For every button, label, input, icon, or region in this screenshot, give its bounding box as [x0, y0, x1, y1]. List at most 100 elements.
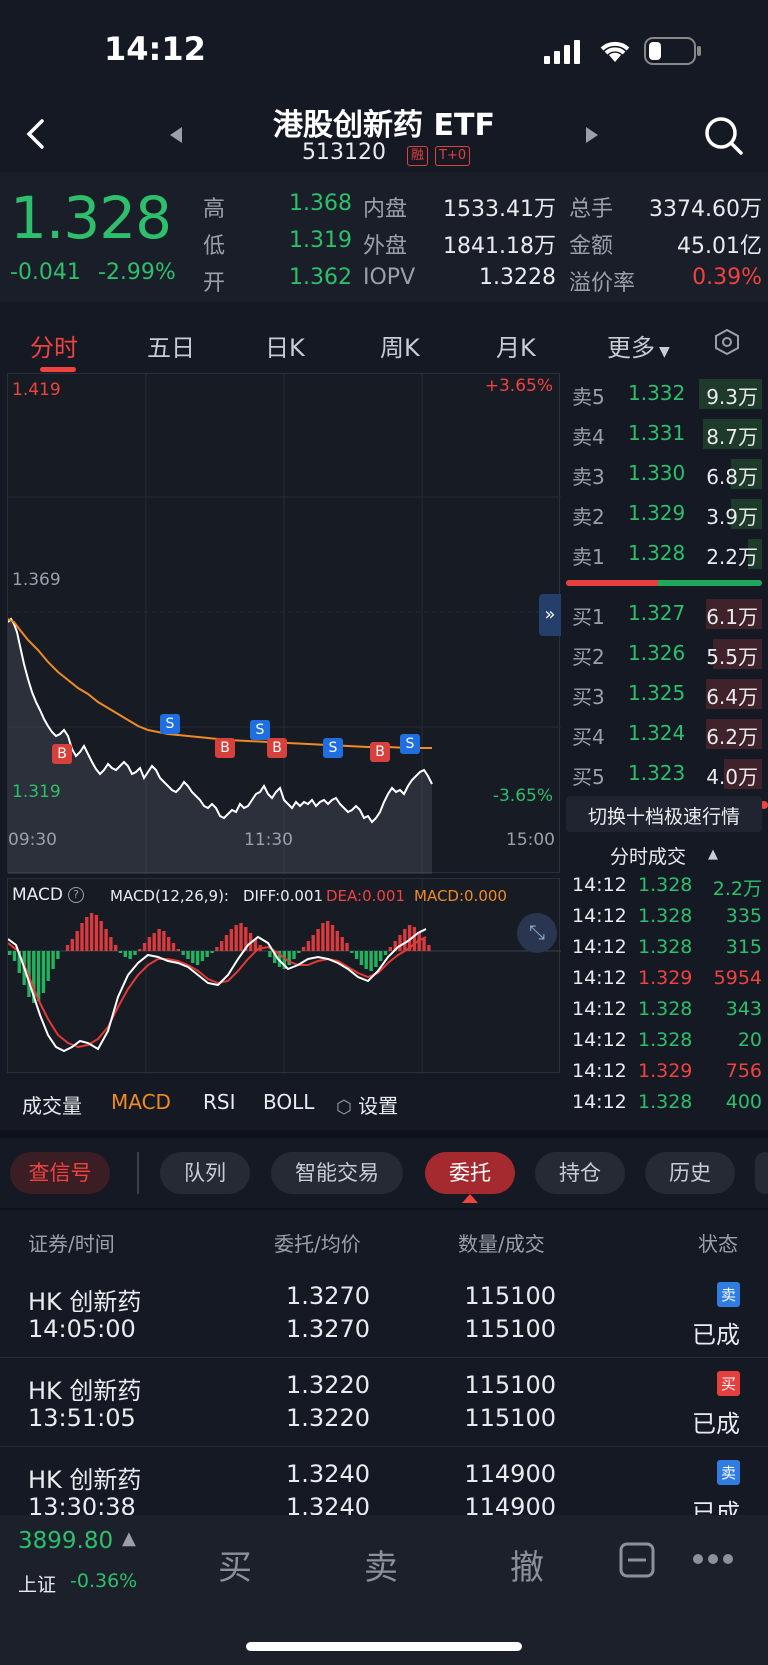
bid-level-row[interactable]: 买4 1.324 6.2万	[566, 716, 762, 752]
inner-label: 内盘	[363, 197, 408, 222]
ask-level-row[interactable]: 卖5 1.332 9.3万	[566, 376, 762, 412]
sell-signal-marker[interactable]: S	[400, 734, 420, 754]
bid-level-row[interactable]: 买1 1.327 6.1万	[566, 596, 762, 632]
tab-queue[interactable]: 队列	[160, 1152, 250, 1194]
macd-bar	[94, 915, 99, 951]
tab-monthly-k[interactable]: 月K	[496, 328, 536, 363]
macd-bar	[12, 951, 17, 961]
next-stock-icon[interactable]	[584, 126, 600, 144]
order-time: 13:51:05	[28, 1404, 136, 1432]
macd-bar	[229, 929, 233, 951]
intraday-chart[interactable]: B S B S B S B S 1.419 +3.65% 1.369 1.319…	[7, 373, 561, 874]
trade-price: 1.328	[638, 1091, 693, 1113]
order-row[interactable]: HK 创新药 14:05:00 1.3270 1.3270 115100 115100 卖已…	[0, 1270, 768, 1358]
tab-daily-k[interactable]: 日K	[265, 328, 305, 363]
sell-button[interactable]: 卖	[364, 1540, 398, 1589]
tab-five-day[interactable]: 五日	[147, 328, 195, 363]
indicator-boll[interactable]: BOLL	[263, 1090, 314, 1114]
trade-row: 14:12 1.328 400	[566, 1091, 762, 1121]
tab-orders[interactable]: 委托	[425, 1152, 515, 1194]
macd-bar	[239, 923, 243, 951]
macd-bar	[51, 951, 55, 969]
minimize-icon[interactable]	[619, 1542, 655, 1578]
bid-level-row[interactable]: 买5 1.323 4.0万	[566, 756, 762, 792]
level-label: 卖1	[572, 545, 605, 569]
buy-signal-marker[interactable]: B	[267, 738, 287, 758]
tab-positions[interactable]: 持仓	[535, 1152, 625, 1194]
order-row[interactable]: HK 创新药 13:51:05 1.3220 1.3220 115100 115100 买已…	[0, 1359, 768, 1447]
ask-level-row[interactable]: 卖4 1.331 8.7万	[566, 416, 762, 452]
indicator-rsi[interactable]: RSI	[203, 1090, 236, 1114]
macd-bar	[80, 923, 84, 951]
buy-signal-marker[interactable]: B	[370, 742, 390, 762]
trades-title: 分时成交	[610, 846, 687, 868]
chart-settings-icon[interactable]	[713, 328, 741, 356]
index-value[interactable]: 3899.80	[18, 1528, 113, 1554]
sell-signal-marker[interactable]: S	[160, 714, 180, 734]
level-volume: 5.5万	[706, 645, 758, 669]
tab-overflow[interactable]	[755, 1152, 768, 1194]
indicator-settings[interactable]: ⬡ 设置	[336, 1090, 398, 1119]
tab-more[interactable]: 更多 ▼	[607, 328, 670, 363]
premium-value: 0.39%	[692, 265, 762, 290]
price-change-pct: -2.99%	[98, 260, 176, 285]
macd-bar	[268, 951, 272, 957]
macd-bar	[301, 947, 306, 951]
level-volume: 6.8万	[706, 465, 758, 489]
search-icon[interactable]	[704, 116, 744, 156]
macd-bar	[379, 951, 383, 961]
ask-level-row[interactable]: 卖3 1.330 6.8万	[566, 456, 762, 492]
t0-tag: T+0	[435, 146, 471, 166]
level-price: 1.331	[628, 421, 686, 445]
buy-signal-marker[interactable]: B	[52, 744, 72, 764]
bid-level-row[interactable]: 买3 1.325 6.4万	[566, 676, 762, 712]
sell-signal-marker[interactable]: S	[323, 738, 343, 758]
more-icon[interactable]	[692, 1552, 734, 1566]
indicator-macd[interactable]: MACD	[111, 1090, 171, 1114]
macd-bar	[215, 947, 219, 951]
ask-level-row[interactable]: 卖2 1.329 3.9万	[566, 496, 762, 532]
macd-bar	[195, 951, 200, 965]
bid-level-row[interactable]: 买2 1.326 5.5万	[566, 636, 762, 672]
buy-button[interactable]: 买	[218, 1540, 252, 1589]
tab-intraday[interactable]: 分时	[30, 328, 78, 363]
order-filled: 115100	[464, 1315, 556, 1343]
sell-signal-marker[interactable]: S	[250, 720, 270, 740]
macd-panel[interactable]: MACD ? MACD(12,26,9): DIFF:0.001 DEA:0.0…	[7, 878, 561, 1074]
ask-level-row[interactable]: 卖1 1.328 2.2万	[566, 536, 762, 572]
order-quantity: 114900	[464, 1460, 556, 1488]
expand-orderbook-icon[interactable]: »	[539, 594, 561, 636]
trade-volume: 20	[737, 1029, 762, 1051]
macd-bar	[359, 951, 364, 965]
fullscreen-icon[interactable]: ⤡	[517, 913, 557, 953]
open-value: 1.362	[289, 265, 352, 290]
collapse-icon[interactable]: ▲	[708, 847, 718, 862]
macd-bar	[104, 929, 108, 951]
help-icon[interactable]: ?	[68, 887, 84, 903]
check-signal-button[interactable]: 查信号	[10, 1152, 110, 1194]
macd-bar	[75, 931, 79, 951]
pill-divider	[137, 1152, 139, 1194]
tab-weekly-k[interactable]: 周K	[380, 328, 420, 363]
macd-params: MACD(12,26,9):	[110, 887, 229, 905]
trade-price: 1.328	[638, 936, 693, 958]
cancel-button[interactable]: 撤	[510, 1540, 544, 1589]
active-pill-indicator	[462, 1194, 478, 1203]
macd-bar	[142, 943, 147, 951]
buy-signal-marker[interactable]: B	[215, 738, 235, 758]
last-price: 1.328	[10, 184, 172, 252]
volume-label: 总手	[569, 197, 614, 222]
macd-bar	[186, 951, 190, 959]
tab-smart-trade[interactable]: 智能交易	[271, 1152, 403, 1194]
order-status: 已成	[692, 1321, 740, 1349]
level-volume: 6.2万	[706, 725, 758, 749]
tab-history[interactable]: 历史	[645, 1152, 735, 1194]
open-label: 开	[203, 271, 226, 296]
indicator-volume[interactable]: 成交量	[22, 1090, 82, 1119]
trade-volume: 2.2万	[712, 878, 762, 900]
tab-active-indicator	[40, 367, 76, 372]
level-label: 买3	[572, 685, 605, 709]
macd-bar	[316, 929, 320, 951]
trade-volume: 315	[725, 936, 762, 958]
macd-bar	[123, 951, 127, 957]
